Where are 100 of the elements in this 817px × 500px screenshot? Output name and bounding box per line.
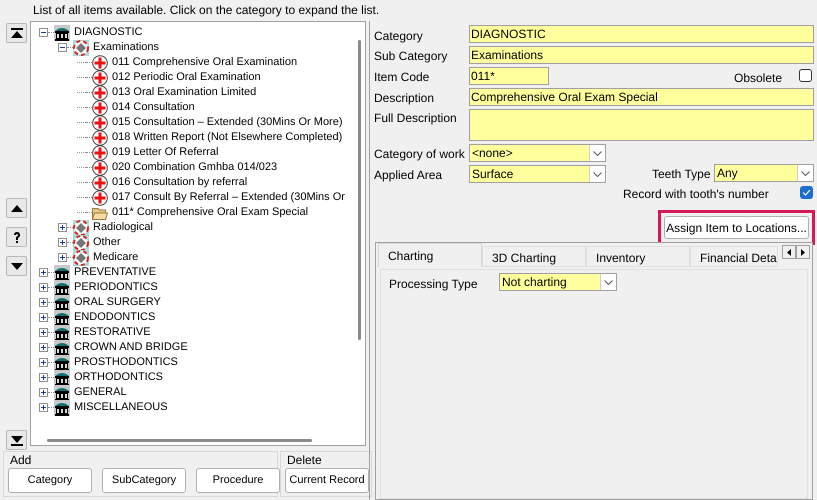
field-label: Sub Category (374, 48, 448, 65)
expand-icon[interactable] (39, 403, 48, 412)
left-arrow-icon (787, 248, 791, 256)
add-button[interactable]: SubCategory (102, 468, 186, 493)
building-icon (54, 384, 70, 400)
tab[interactable]: Charting (378, 243, 482, 267)
tree-item[interactable]: 012 Periodic Oral Examination (112, 70, 261, 85)
add-button[interactable]: Category (8, 468, 92, 493)
dropdown[interactable]: Not charting (499, 273, 617, 291)
field-label: Applied Area (374, 167, 442, 184)
checkbox[interactable] (800, 186, 813, 199)
cross-icon (92, 160, 108, 176)
cross-icon (92, 70, 108, 86)
add-button[interactable]: Procedure (196, 468, 280, 493)
horizontal-scrollbar[interactable] (47, 439, 312, 442)
tree-item[interactable]: 020 Combination Gmhba 014/023 (112, 160, 278, 175)
expand-icon[interactable] (39, 298, 48, 307)
dropdown[interactable]: Surface (469, 165, 606, 183)
field-label: Processing Type (389, 276, 478, 293)
field-label: Item Code (374, 69, 430, 86)
tree-item[interactable]: 019 Letter Of Referral (112, 145, 218, 160)
tree-item[interactable]: 014 Consultation (112, 100, 195, 115)
tree-item[interactable]: 017 Consult By Referral – Extended (30Mins Or (112, 190, 345, 205)
tree-item[interactable]: 016 Consultation by referral (112, 175, 248, 190)
expand-icon[interactable] (39, 343, 48, 352)
expand-icon[interactable] (39, 373, 48, 382)
tree-item[interactable]: DIAGNOSTIC (74, 25, 142, 40)
help-button[interactable] (6, 227, 27, 247)
expand-icon[interactable] (39, 268, 48, 277)
delete-button[interactable]: Current Record (285, 468, 369, 493)
up-button[interactable] (6, 198, 27, 218)
field-label: Teeth Type (652, 166, 710, 183)
collapse-icon[interactable] (58, 43, 67, 52)
building-icon (54, 264, 70, 280)
scroll-right-button[interactable] (796, 245, 810, 259)
expand-icon[interactable] (39, 313, 48, 322)
cross-icon (92, 84, 108, 100)
text-field[interactable]: Examinations (469, 46, 814, 64)
tree-item[interactable]: GENERAL (74, 385, 127, 400)
lifebuoy-icon (73, 234, 89, 250)
tree-item[interactable]: 011 Comprehensive Oral Examination (112, 55, 298, 70)
cross-icon (92, 54, 108, 70)
tree-item[interactable]: PROSTHODONTICS (74, 355, 178, 370)
field-label: Record with tooth's number (623, 186, 769, 203)
text-field[interactable]: Comprehensive Oral Exam Special (469, 88, 814, 106)
collapse-icon[interactable] (39, 28, 48, 37)
tree-item[interactable]: RESTORATIVE (74, 325, 151, 340)
tree-item[interactable]: 013 Oral Examination Limited (112, 85, 256, 100)
right-arrow-icon (801, 248, 805, 256)
building-icon (54, 340, 70, 356)
expand-icon[interactable] (58, 238, 67, 247)
tree-item[interactable]: PREVENTATIVE (74, 265, 156, 280)
expand-icon[interactable] (58, 223, 67, 232)
first-button[interactable] (6, 23, 27, 43)
scroll-left-button[interactable] (782, 245, 796, 259)
cross-icon (92, 174, 108, 190)
tree-item[interactable]: CROWN AND BRIDGE (74, 340, 188, 355)
building-icon (54, 310, 70, 326)
cross-icon (92, 114, 108, 130)
vertical-scrollbar[interactable] (358, 40, 361, 340)
dropdown[interactable]: <none> (469, 144, 606, 162)
building-icon (54, 370, 70, 386)
text-field[interactable]: DIAGNOSTIC (469, 25, 814, 43)
tree-item[interactable]: 011* Comprehensive Oral Exam Special (112, 205, 308, 220)
tree-item[interactable]: Other (93, 235, 121, 250)
building-icon (54, 280, 70, 296)
tree-item[interactable]: Examinations (93, 40, 160, 55)
expand-icon[interactable] (58, 253, 67, 262)
chevron-down-icon (589, 145, 605, 161)
tab[interactable]: 3D Charting (482, 246, 586, 267)
tree-item[interactable]: ENDODONTICS (74, 310, 156, 325)
cross-icon (92, 130, 108, 146)
down-button[interactable] (6, 256, 27, 276)
text-field[interactable]: 011* (469, 67, 549, 85)
expand-icon[interactable] (39, 328, 48, 337)
tree-item[interactable]: ORTHODONTICS (74, 370, 164, 385)
tree-item[interactable]: Radiological (93, 220, 153, 235)
expand-icon[interactable] (39, 388, 48, 397)
expand-icon[interactable] (39, 283, 48, 292)
tree-item[interactable]: 015 Consultation – Extended (30Mins Or More) (112, 115, 343, 130)
tab[interactable]: Inventory (586, 246, 690, 267)
expand-icon[interactable] (39, 358, 48, 367)
tree-item[interactable]: 018 Written Report (Not Elsewhere Completed) (112, 130, 342, 145)
last-button[interactable] (6, 430, 27, 450)
tab[interactable]: Financial Deta (690, 246, 778, 267)
tree-item[interactable]: Medicare (93, 250, 138, 265)
text-field[interactable] (469, 109, 814, 141)
field-label: Category (374, 28, 423, 45)
dropdown[interactable]: Any (714, 164, 814, 182)
chevron-down-icon (797, 165, 813, 181)
cross-icon (92, 100, 108, 116)
lifebuoy-icon (73, 250, 89, 266)
tree-item[interactable]: MISCELLANEOUS (74, 400, 168, 415)
assign-button[interactable]: Assign Item to Locations... (664, 216, 809, 239)
tree-item[interactable]: ORAL SURGERY (74, 295, 161, 310)
tree-item[interactable]: PERIODONTICS (74, 280, 158, 295)
first-icon (10, 26, 24, 40)
field-label: Category of work (374, 146, 465, 163)
checkbox[interactable] (799, 69, 812, 82)
chevron-down-icon (600, 274, 616, 290)
